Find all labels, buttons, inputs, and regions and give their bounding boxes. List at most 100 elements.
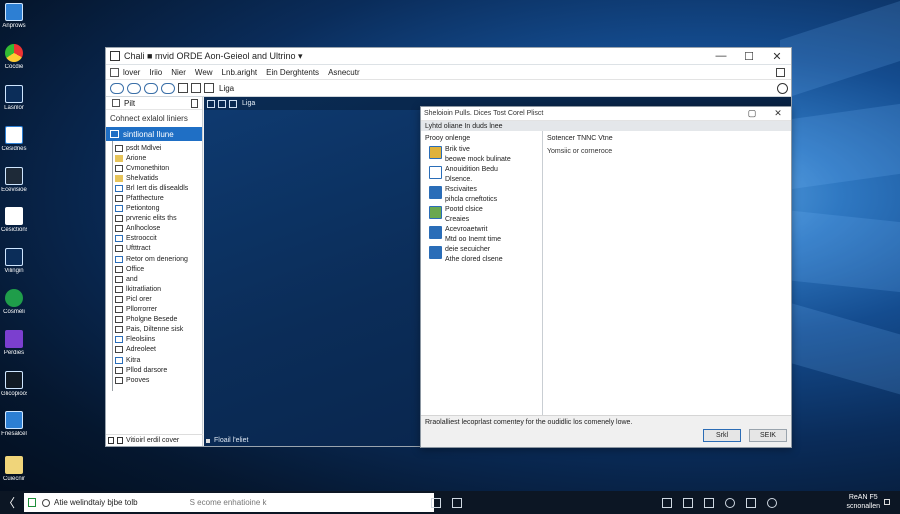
dialog-titlebar[interactable]: Sheloioin Pulls. Dices Tost Corel Plisct… xyxy=(421,107,791,121)
desktop-icon-5[interactable]: Cesictions xyxy=(1,207,27,247)
dialog-list-item[interactable]: Rscivaites pihcla crneftotics xyxy=(421,185,541,204)
taskbar-search[interactable]: Atie welindtaiy bjbe tolb S ecome enhati… xyxy=(24,493,434,512)
layout-icon[interactable] xyxy=(191,83,201,93)
tree-item[interactable]: Shelvatids xyxy=(115,173,202,183)
menu-item-5[interactable]: Ein Derghtents xyxy=(266,68,319,77)
nav-header-label: Pilt xyxy=(124,98,136,108)
tree-item[interactable]: Pllod darsore xyxy=(115,365,202,375)
tree-item[interactable]: Uftttract xyxy=(115,244,202,254)
grid-icon[interactable] xyxy=(776,67,785,77)
tree-item[interactable]: Petiontong xyxy=(115,204,202,214)
menu-item-3[interactable]: Wew xyxy=(195,68,213,77)
tree-item[interactable]: Brl Iert dis dlisealdls xyxy=(115,183,202,193)
gear-icon[interactable] xyxy=(767,497,777,508)
computer-icon xyxy=(115,205,123,213)
tree-item[interactable]: and xyxy=(115,274,202,284)
view-icon[interactable] xyxy=(178,83,188,93)
document-icon xyxy=(5,207,23,225)
desktop-icon-4[interactable]: Ecevisioe xyxy=(1,167,27,207)
phone-icon xyxy=(5,85,23,103)
desktop-icon-10[interactable]: Fnesalcel xyxy=(1,411,27,451)
back-button[interactable] xyxy=(110,82,124,94)
tree-item[interactable]: Pooves xyxy=(115,375,202,385)
dialog-list-item[interactable]: Acevroaetwrit Mtd oo Inemt time xyxy=(421,225,541,244)
dialog-close-button[interactable]: ✕ xyxy=(765,108,791,119)
desktop-icon-3[interactable]: Cesidnes xyxy=(1,126,27,166)
desktop-icon-11[interactable]: Cuiecnir xyxy=(1,456,27,496)
dialog-list-item[interactable]: Pootd clsice Creaies xyxy=(421,205,541,224)
pin-icon[interactable] xyxy=(191,98,198,108)
tree-item[interactable]: Pfatthecture xyxy=(115,193,202,203)
tree-item[interactable]: Office xyxy=(115,264,202,274)
desktop-icons: Anprows Cocdie Lasnlor Cesidnes Ecevisio… xyxy=(0,0,28,490)
tree-item[interactable]: Pllorrorrer xyxy=(115,305,202,315)
search-icon[interactable] xyxy=(725,497,735,508)
tree-item[interactable]: Cvmonethiton xyxy=(115,163,202,173)
desktop-icon-7[interactable]: Cosmeli xyxy=(1,289,27,329)
tree-item[interactable]: lkitratliation xyxy=(115,284,202,294)
nav-selected-item[interactable]: sintlional Ilune xyxy=(106,127,202,141)
dialog-restore-button[interactable]: ▢ xyxy=(739,108,765,119)
tree-item[interactable]: Pholgne Besede xyxy=(115,315,202,325)
app-icon[interactable] xyxy=(683,497,693,508)
maximize-button[interactable]: ☐ xyxy=(735,50,763,63)
forward-button[interactable] xyxy=(127,82,141,94)
app-icon[interactable] xyxy=(452,497,462,508)
desktop-icon-8[interactable]: Perdies xyxy=(1,330,27,370)
menu-item-4[interactable]: Lnb.aright xyxy=(222,68,258,77)
dialog-list-item[interactable]: Brik tive beowe mock bulinate xyxy=(421,145,541,164)
menu-item-1[interactable]: Iriio xyxy=(149,68,162,77)
tree-item[interactable]: Retor om deneriong xyxy=(115,254,202,264)
desktop-icon-6[interactable]: Vilingin xyxy=(1,248,27,288)
dialog-list-item[interactable]: Anouidition Bedu Dlsence. xyxy=(421,165,541,184)
file-icon xyxy=(115,295,123,303)
app-icon[interactable] xyxy=(431,497,441,508)
tree-item[interactable]: Estrooccit xyxy=(115,234,202,244)
close-button[interactable]: ✕ xyxy=(763,50,791,63)
blue-app-icon xyxy=(5,411,23,429)
desktop-icon-2[interactable]: Lasnlor xyxy=(1,85,27,125)
menu-item-0[interactable]: lover xyxy=(123,68,140,77)
desktop-icon-0[interactable]: Anprows xyxy=(1,3,27,43)
tree-item[interactable]: Adreoleet xyxy=(115,345,202,355)
tree-item[interactable]: Arione xyxy=(115,153,202,163)
tree-item[interactable]: prvrenic elits ths xyxy=(115,214,202,224)
tree-item[interactable]: Fleolsiins xyxy=(115,335,202,345)
panel-icon[interactable] xyxy=(204,83,214,93)
desktop-icon-1[interactable]: Cocdie xyxy=(1,44,27,84)
dialog-list-item[interactable]: deie secuicher Athe clored clsene xyxy=(421,245,541,264)
notification-icon[interactable] xyxy=(884,499,890,505)
up-button[interactable] xyxy=(144,82,158,94)
nav-footer-label: Vitioirl erdil cover xyxy=(126,437,180,444)
tree-item-label: Picl orer xyxy=(126,295,152,303)
view-icon[interactable] xyxy=(207,99,215,108)
dialog-list-item-label: Pootd clsice Creaies xyxy=(445,206,483,223)
tree-item[interactable]: Pais, Diltenne sisk xyxy=(115,325,202,335)
system-clock[interactable]: ReAN F5 scnonallen xyxy=(847,493,880,511)
nav-footer[interactable]: Vitioirl erdil cover xyxy=(106,434,203,446)
minimize-button[interactable]: — xyxy=(707,50,735,62)
file-icon xyxy=(115,306,123,314)
desktop-icon-9[interactable]: Glicopioos xyxy=(1,371,27,411)
tree-item[interactable]: Picl orer xyxy=(115,294,202,304)
tree-item[interactable]: psdt Mdlvei xyxy=(115,143,202,153)
search-circle-icon[interactable] xyxy=(777,82,788,94)
app-icon[interactable] xyxy=(704,497,714,508)
cancel-button[interactable]: SEIK xyxy=(749,429,787,442)
window-titlebar[interactable]: Chali ■ mvid ORDE Aon-Geieol and Ultrino… xyxy=(106,48,791,65)
chrome-icon xyxy=(5,44,23,62)
list-icon[interactable] xyxy=(229,99,237,108)
menu-item-2[interactable]: Nier xyxy=(171,68,186,77)
details-icon[interactable] xyxy=(218,99,226,108)
refresh-button[interactable] xyxy=(161,82,175,94)
search-text: Atie welindtaiy bjbe tolb xyxy=(54,498,138,507)
tree-item[interactable]: Anlhoclose xyxy=(115,224,202,234)
folder-icon xyxy=(115,174,123,182)
status-icon xyxy=(206,438,210,443)
app-icon[interactable] xyxy=(746,497,756,508)
menu-item-6[interactable]: Asnecutr xyxy=(328,68,360,77)
ok-button[interactable]: Srkl xyxy=(703,429,741,442)
start-button[interactable]: 〈 xyxy=(0,494,18,511)
app-icon[interactable] xyxy=(662,497,672,508)
tree-item[interactable]: Kitra xyxy=(115,355,202,365)
